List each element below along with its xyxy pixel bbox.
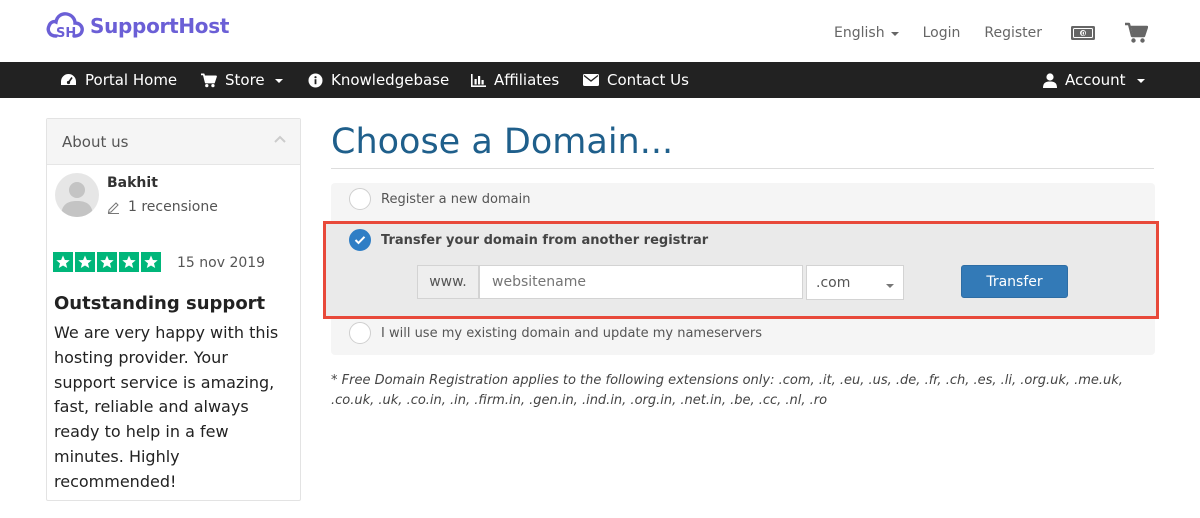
rating-stars [53,252,163,272]
nav-account[interactable]: Account [1043,62,1145,98]
top-links: English Login Register 0 [834,18,1148,48]
login-link[interactable]: Login [923,18,961,48]
nav-label: Portal Home [85,71,178,89]
chevron-up-icon[interactable] [274,135,286,143]
caret-down-icon [886,284,894,288]
main-navbar: Portal Home Store Knowledgebase Affiliat… [0,62,1200,98]
nav-label: Knowledgebase [331,71,450,89]
star-icon [53,252,73,272]
nav-store[interactable]: Store [200,62,283,98]
star-icon [119,252,139,272]
star-icon [97,252,117,272]
about-us-panel: About us Bakhit 1 recensione 15 nov 2019… [46,118,301,501]
review-count: 1 recensione [107,199,218,215]
panel-header[interactable]: About us [47,119,300,165]
info-icon [308,73,323,87]
caret-down-icon [890,32,899,36]
tld-selected-value: .com [816,274,851,291]
star-icon [141,252,161,272]
cart-icon[interactable] [1124,22,1148,44]
language-dropdown[interactable]: English [834,18,899,48]
page-title: Choose a Domain... [331,122,674,162]
nav-label: Contact Us [607,71,689,89]
bar-chart-icon [471,73,486,87]
reviewer-avatar-wrap [55,173,99,217]
tld-select[interactable]: .com [806,265,904,300]
cart-icon [201,72,217,87]
star-icon [75,252,95,272]
nav-portal-home[interactable]: Portal Home [60,62,177,98]
avatar [55,173,99,217]
language-label: English [834,25,885,41]
register-link[interactable]: Register [984,18,1042,48]
dashboard-icon [61,73,76,85]
cash-icon[interactable]: 0 [1070,25,1096,41]
domain-name-input[interactable] [479,265,803,299]
radio-button[interactable] [349,188,371,210]
caret-down-icon [274,79,283,83]
nav-label: Affiliates [494,71,560,89]
nav-affiliates[interactable]: Affiliates [471,62,559,98]
radio-button[interactable] [349,322,371,344]
check-icon [354,236,366,245]
panel-title: About us [62,133,129,151]
brand-name: SupportHost [90,14,230,38]
caret-down-icon [1136,79,1145,83]
review-count-label: 1 recensione [128,199,218,215]
transfer-button[interactable]: Transfer [961,265,1068,298]
review-date: 15 nov 2019 [177,255,266,271]
nav-knowledgebase[interactable]: Knowledgebase [308,62,449,98]
nav-label: Store [225,71,265,89]
user-icon [1043,72,1057,88]
www-prefix: www. [417,265,479,299]
svg-text:SH: SH [56,26,76,41]
title-divider [331,168,1154,169]
option-label: Transfer your domain from another regist… [381,232,709,248]
radio-button-checked[interactable] [349,229,371,251]
brand-logo[interactable]: SH SupportHost [46,10,229,42]
option-label: I will use my existing domain and update… [381,325,763,341]
option-label: Register a new domain [381,191,531,207]
option-transfer-domain[interactable]: Transfer your domain from another regist… [349,229,708,251]
top-header: SH SupportHost English Login Register 0 [0,0,1200,62]
review-title: Outstanding support [54,293,266,314]
pencil-icon [107,201,119,214]
svg-text:0: 0 [1081,30,1085,37]
nav-label: Account [1065,71,1126,89]
user-silhouette-icon [61,182,93,217]
option-use-existing-domain[interactable]: I will use my existing domain and update… [349,322,762,344]
envelope-icon [583,74,599,86]
option-register-new-domain[interactable]: Register a new domain [349,188,530,210]
free-domain-note: * Free Domain Registration applies to th… [331,373,1123,408]
nav-contact-us[interactable]: Contact Us [583,62,689,98]
cloud-logo-icon: SH [46,12,84,41]
review-body: We are very happy with this hosting prov… [54,323,279,491]
reviewer-name: Bakhit [107,175,158,191]
